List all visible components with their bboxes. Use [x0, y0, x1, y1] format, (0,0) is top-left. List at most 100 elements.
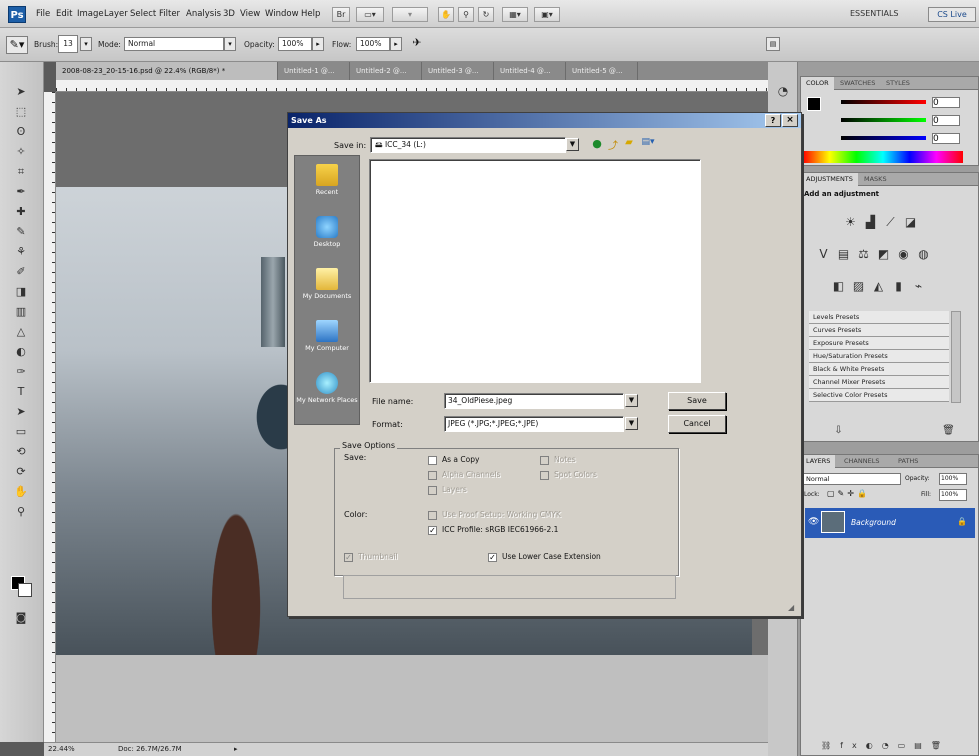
gradient-tool-icon[interactable]: ▥	[12, 304, 30, 320]
menu-filter[interactable]: Filter	[159, 9, 180, 19]
3d-camera-tool-icon[interactable]: ⟳	[12, 464, 30, 480]
clip-to-layer-icon[interactable]: ⇩	[831, 423, 846, 438]
history-brush-tool-icon[interactable]: ✐	[12, 264, 30, 280]
adjustments-trash-icon[interactable]: 🗑	[941, 423, 956, 438]
brush-tool-icon[interactable]: ✎	[12, 224, 30, 240]
channel-mixer-icon[interactable]: ◍	[916, 247, 931, 262]
place-recent[interactable]: Recent	[295, 162, 359, 214]
file-list[interactable]	[369, 159, 701, 383]
layer-name[interactable]: Background	[851, 518, 896, 527]
place-my-computer[interactable]: My Computer	[295, 318, 359, 370]
tab-untitled-4[interactable]: Untitled-4 @...	[494, 62, 566, 80]
layers-footer-icons[interactable]: ⛓fx◐◔▭▤🗑	[821, 741, 950, 750]
tab-layers[interactable]: LAYERS	[801, 455, 836, 468]
brush-panel-toggle-icon[interactable]: ▤	[766, 37, 780, 51]
arrange-documents-icon[interactable]: ▦▾	[502, 7, 528, 22]
path-select-tool-icon[interactable]: ➤	[12, 404, 30, 420]
color-balance-icon[interactable]: ⚖	[856, 247, 871, 262]
view-menu-icon[interactable]: ▤▾	[638, 137, 658, 152]
menu-layer[interactable]: Layer	[104, 9, 128, 19]
pen-tool-icon[interactable]: ✑	[12, 364, 30, 380]
filename-dropdown-arrow[interactable]: ▼	[625, 394, 638, 407]
move-tool-icon[interactable]: ➤	[12, 84, 30, 100]
layer-opacity-field[interactable]: 100%	[939, 473, 967, 485]
tab-masks[interactable]: MASKS	[859, 173, 892, 186]
red-value-field[interactable]: 0	[932, 97, 960, 108]
format-select[interactable]: JPEG (*.JPG;*.JPEG;*.JPE)	[444, 416, 624, 432]
healing-brush-tool-icon[interactable]: ✚	[12, 204, 30, 220]
tab-active-document[interactable]: 2008-08-23_20-15-16.psd @ 22.4% (RGB/8*)…	[56, 62, 278, 80]
mode-select[interactable]: Normal	[124, 37, 224, 51]
lock-icons[interactable]: ▢✎✛🔒	[827, 489, 870, 498]
preset-selective-color[interactable]: Selective Color Presets	[809, 389, 949, 402]
selective-color-icon[interactable]: ⌁	[911, 279, 926, 294]
background-color-swatch[interactable]	[18, 583, 32, 597]
back-icon[interactable]: ●	[590, 137, 604, 152]
tab-channels[interactable]: CHANNELS	[839, 455, 884, 468]
menu-file[interactable]: File	[36, 9, 50, 19]
blue-slider[interactable]	[841, 136, 926, 140]
photo-filter-icon[interactable]: ◉	[896, 247, 911, 262]
type-tool-icon[interactable]: T	[12, 384, 30, 400]
lasso-tool-icon[interactable]: ʘ	[12, 124, 30, 140]
preset-hue-saturation[interactable]: Hue/Saturation Presets	[809, 350, 949, 363]
preset-exposure[interactable]: Exposure Presets	[809, 337, 949, 350]
blue-value-field[interactable]: 0	[932, 133, 960, 144]
tab-untitled-5[interactable]: Untitled-5 @...	[566, 62, 638, 80]
dialog-title-bar[interactable]: Save As	[288, 113, 801, 128]
exposure-icon[interactable]: ◪	[903, 215, 918, 230]
save-in-dropdown-arrow[interactable]: ▼	[566, 138, 579, 151]
threshold-icon[interactable]: ◭	[871, 279, 886, 294]
menu-image[interactable]: Image	[77, 9, 104, 19]
mini-bridge-panel-icon[interactable]: ◔	[775, 84, 791, 100]
bridge-icon[interactable]: Br	[332, 7, 350, 22]
tab-adjustments[interactable]: ADJUSTMENTS	[801, 173, 858, 186]
brush-size-picker[interactable]: 13	[58, 35, 78, 53]
eraser-tool-icon[interactable]: ◨	[12, 284, 30, 300]
menu-window[interactable]: Window	[265, 9, 299, 19]
menu-edit[interactable]: Edit	[56, 9, 72, 19]
opacity-slider-toggle[interactable]: ▸	[312, 37, 324, 51]
preset-channel-mixer[interactable]: Channel Mixer Presets	[809, 376, 949, 389]
help-button[interactable]: ?	[765, 114, 781, 127]
tab-styles[interactable]: STYLES	[881, 77, 915, 90]
blur-tool-icon[interactable]: △	[12, 324, 30, 340]
menu-view[interactable]: View	[240, 9, 260, 19]
tab-untitled-1[interactable]: Untitled-1 @...	[278, 62, 350, 80]
presets-scrollbar[interactable]	[951, 311, 961, 403]
quick-mask-icon[interactable]: ◙	[12, 610, 30, 626]
menu-3d[interactable]: 3D	[223, 9, 235, 19]
quick-select-tool-icon[interactable]: ✧	[12, 144, 30, 160]
hand-tool-icon[interactable]: ✋	[438, 7, 454, 22]
screen-mode-icon[interactable]: ▣▾	[534, 7, 560, 22]
zoom-tool-icon[interactable]: ⚲	[12, 504, 30, 520]
icc-profile-checkbox[interactable]: ✓	[428, 526, 437, 535]
place-my-documents[interactable]: My Documents	[295, 266, 359, 318]
green-value-field[interactable]: 0	[932, 115, 960, 126]
color-fg-swatch[interactable]	[807, 97, 821, 111]
marquee-tool-icon[interactable]: ⬚	[12, 104, 30, 120]
resize-grip-icon[interactable]: ◢	[788, 603, 800, 615]
blend-mode-select[interactable]: Normal	[803, 473, 901, 485]
red-slider[interactable]	[841, 100, 926, 104]
tab-untitled-3[interactable]: Untitled-3 @...	[422, 62, 494, 80]
close-button[interactable]: ×	[782, 114, 798, 127]
invert-icon[interactable]: ◧	[831, 279, 846, 294]
hand-tool-icon[interactable]: ✋	[12, 484, 30, 500]
zoom-level-dropdown[interactable]: ▾	[392, 7, 428, 22]
3d-rotate-tool-icon[interactable]: ⟲	[12, 444, 30, 460]
save-button[interactable]: Save	[668, 392, 726, 410]
layer-row-background[interactable]: 👁 Background 🔒	[805, 508, 975, 538]
vibrance-icon[interactable]: V	[816, 247, 831, 262]
preset-levels[interactable]: Levels Presets	[809, 311, 949, 324]
preset-black-white[interactable]: Black & White Presets	[809, 363, 949, 376]
filename-input[interactable]: 34_OldPiese.jpeg	[444, 393, 624, 409]
opacity-input[interactable]: 100%	[278, 37, 312, 51]
color-spectrum-ramp[interactable]	[803, 151, 963, 163]
tab-color[interactable]: COLOR	[801, 77, 834, 90]
clone-stamp-tool-icon[interactable]: ⚘	[12, 244, 30, 260]
flow-slider-toggle[interactable]: ▸	[390, 37, 402, 51]
airbrush-icon[interactable]: ✈	[408, 37, 426, 51]
menu-select[interactable]: Select	[130, 9, 156, 19]
minibridge-icon[interactable]: ▭▾	[356, 7, 384, 22]
